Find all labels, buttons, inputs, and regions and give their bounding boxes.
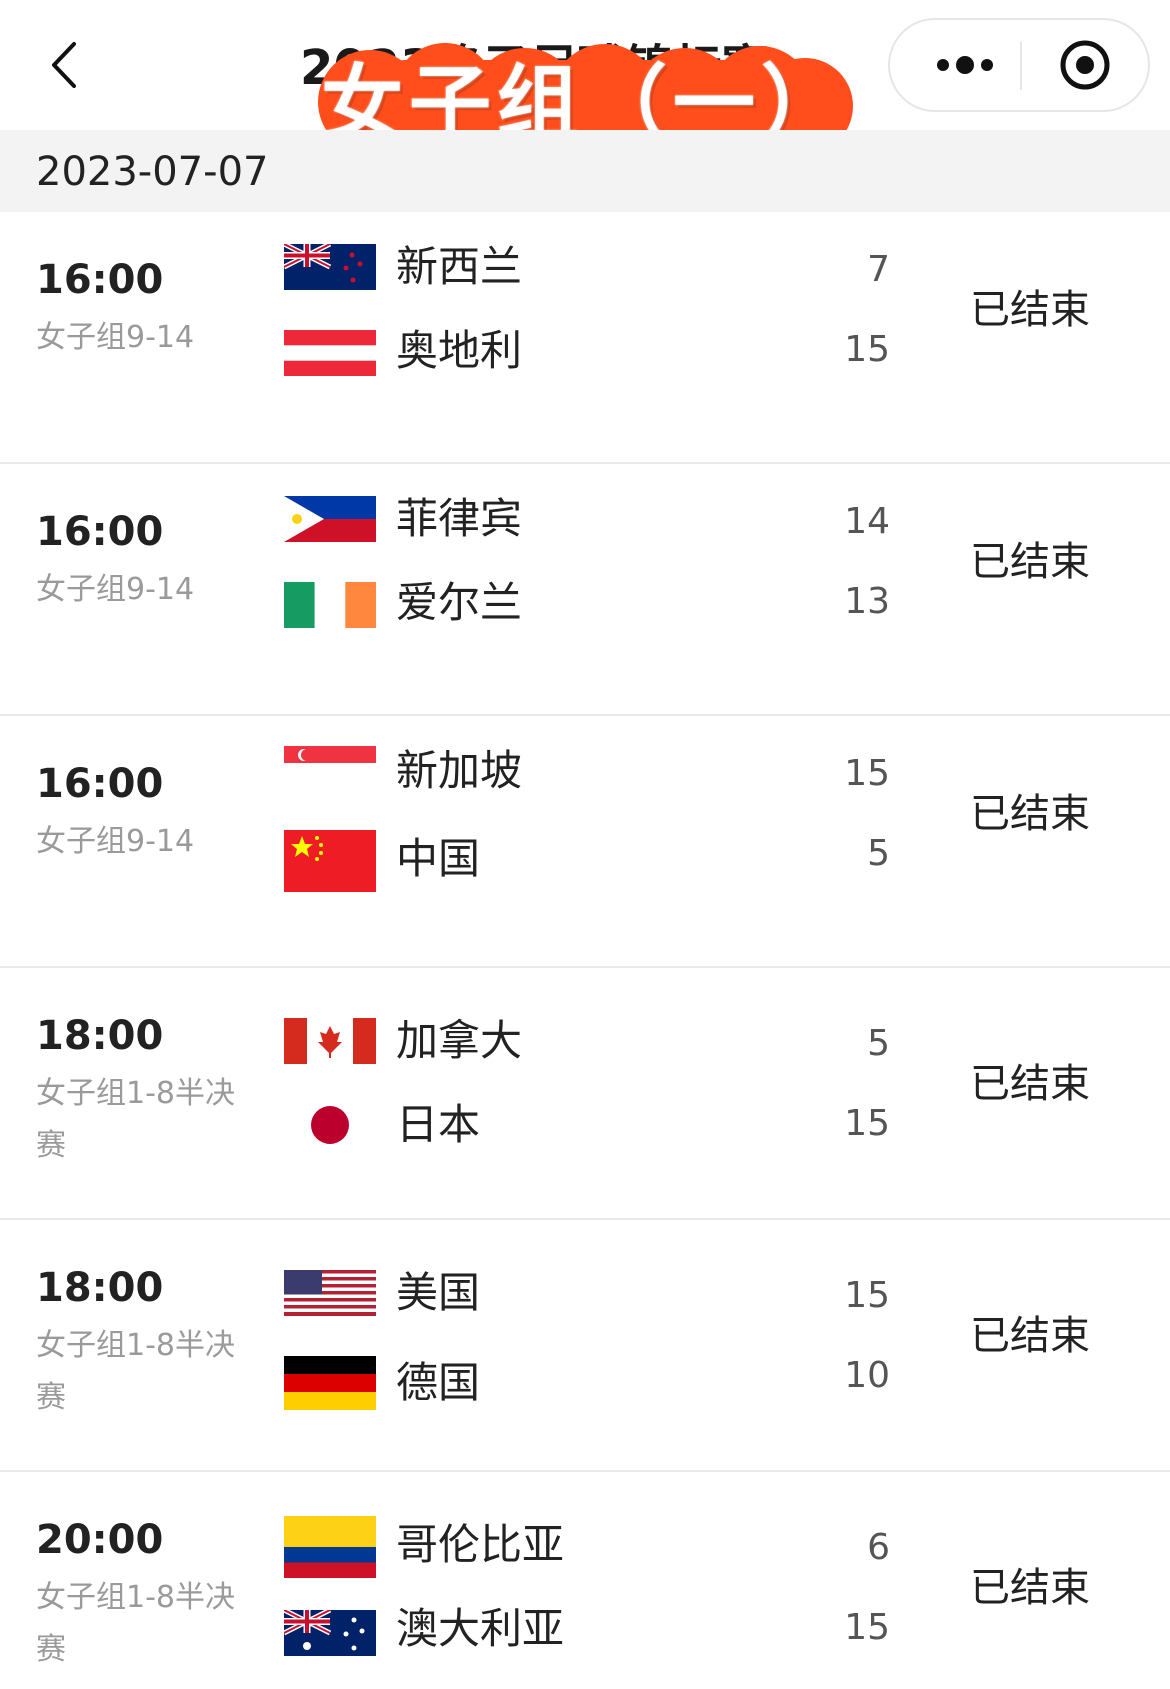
usa-flag-icon (284, 1270, 376, 1316)
match-time: 16:00 (36, 761, 164, 807)
date-header: 2023-07-07 (0, 130, 1170, 212)
team-name: 爱尔兰 (396, 578, 523, 627)
nz-flag-icon (284, 244, 376, 290)
team-name: 中国 (396, 834, 481, 883)
team-name: 加拿大 (396, 1016, 523, 1065)
match-status: 已结束 (970, 1061, 1090, 1107)
match-date: 2023-07-07 (36, 149, 269, 195)
team-name: 日本 (396, 1100, 481, 1149)
match-time: 18:00 (36, 1013, 164, 1059)
match-stage: 女子组9-14 (36, 824, 195, 859)
match-time: 18:00 (36, 1265, 164, 1311)
team-name: 德国 (396, 1358, 481, 1407)
canada-flag-icon (284, 1018, 376, 1064)
match-time: 16:00 (36, 257, 164, 303)
match-stage: 女子组9-14 (36, 572, 195, 607)
team-score: 6 (867, 1527, 890, 1568)
team-name: 新加坡 (396, 746, 523, 795)
team-name: 菲律宾 (396, 494, 523, 543)
team-score: 13 (844, 581, 890, 622)
match-status: 已结束 (970, 1313, 1090, 1359)
singapore-flag-icon (284, 746, 376, 780)
match-row[interactable]: 18:00 女子组1-8半决赛 美国 15 德国 10 已结束 (0, 1220, 1170, 1472)
match-stage: 女子组1-8半决赛 (36, 1328, 235, 1415)
match-status: 已结束 (970, 791, 1090, 837)
back-chevron-icon[interactable] (40, 30, 100, 100)
match-status: 已结束 (970, 287, 1090, 333)
team-score: 7 (867, 249, 890, 290)
team-score: 14 (844, 501, 890, 542)
team-score: 15 (844, 1103, 890, 1144)
match-row[interactable]: 16:00 女子组9-14 新加坡 15 中国 5 已结束 (0, 716, 1170, 968)
china-flag-icon (284, 830, 376, 892)
team-name: 新西兰 (396, 242, 523, 291)
more-dots-icon[interactable] (910, 30, 1020, 100)
capsule-divider (1020, 42, 1022, 90)
match-row[interactable]: 20:00 女子组1-8半决赛 哥伦比亚 6 澳大利亚 15 已结束 (0, 1472, 1170, 1689)
match-row[interactable]: 16:00 女子组9-14 菲律宾 14 爱尔兰 13 已结束 (0, 464, 1170, 716)
team-name: 奥地利 (396, 326, 523, 375)
match-stage: 女子组9-14 (36, 320, 195, 355)
match-row[interactable]: 18:00 女子组1-8半决赛 加拿大 5 日本 15 已结束 (0, 968, 1170, 1220)
team-score: 15 (844, 329, 890, 370)
team-name: 美国 (396, 1268, 481, 1317)
team-score: 15 (844, 753, 890, 794)
austria-flag-icon (284, 330, 376, 376)
match-stage: 女子组1-8半决赛 (36, 1580, 235, 1667)
match-status: 已结束 (970, 539, 1090, 585)
philippines-flag-icon (284, 496, 376, 542)
germany-flag-icon (284, 1356, 376, 1410)
match-row[interactable]: 16:00 女子组9-14 新西兰 7 奥地利 15 已结束 (0, 212, 1170, 464)
team-name: 哥伦比亚 (396, 1520, 565, 1569)
match-time: 16:00 (36, 509, 164, 555)
mini-program-capsule (888, 18, 1150, 112)
team-score: 15 (844, 1607, 890, 1648)
ireland-flag-icon (284, 582, 376, 628)
japan-flag-icon (284, 1102, 376, 1148)
team-name: 澳大利亚 (396, 1604, 565, 1653)
colombia-flag-icon (284, 1516, 376, 1578)
australia-flag-icon (284, 1610, 376, 1656)
match-status: 已结束 (970, 1565, 1090, 1611)
team-score: 15 (844, 1275, 890, 1316)
target-circle-icon[interactable] (1040, 30, 1130, 100)
team-score: 5 (867, 1023, 890, 1064)
team-score: 5 (867, 833, 890, 874)
match-stage: 女子组1-8半决赛 (36, 1076, 235, 1163)
match-time: 20:00 (36, 1517, 164, 1563)
team-score: 10 (844, 1355, 890, 1396)
